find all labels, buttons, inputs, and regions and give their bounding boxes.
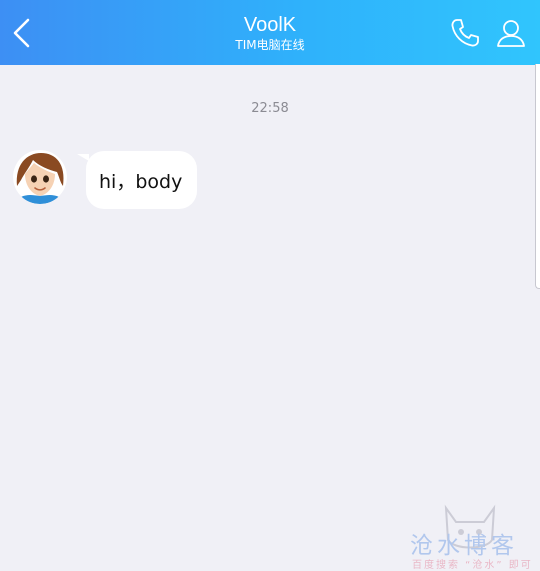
watermark: 沧水博客 百度搜索 “沧水” 即可 xyxy=(404,500,536,571)
chat-header: VoolK TIM电脑在线 xyxy=(0,0,540,65)
contact-name: VoolK xyxy=(243,14,297,36)
online-status: TIM电脑在线 xyxy=(235,38,305,52)
user-icon xyxy=(497,20,525,47)
chevron-left-icon xyxy=(13,18,30,47)
phone-icon xyxy=(451,19,479,47)
call-button[interactable] xyxy=(444,12,486,54)
message-timestamp: 22:58 xyxy=(251,101,289,116)
back-button[interactable] xyxy=(0,0,44,65)
profile-button[interactable] xyxy=(490,12,532,54)
message-bubble[interactable]: hi，body xyxy=(86,151,198,209)
watermark-title: 沧水博客 xyxy=(410,533,518,559)
cartoon-avatar-icon xyxy=(13,150,67,204)
message-text: hi，body xyxy=(99,170,183,193)
scrollbar[interactable] xyxy=(535,64,540,289)
avatar[interactable] xyxy=(13,150,67,204)
chat-title-area[interactable]: VoolK TIM电脑在线 xyxy=(120,13,420,52)
watermark-subtitle: 百度搜索 “沧水” 即可 xyxy=(412,560,533,571)
